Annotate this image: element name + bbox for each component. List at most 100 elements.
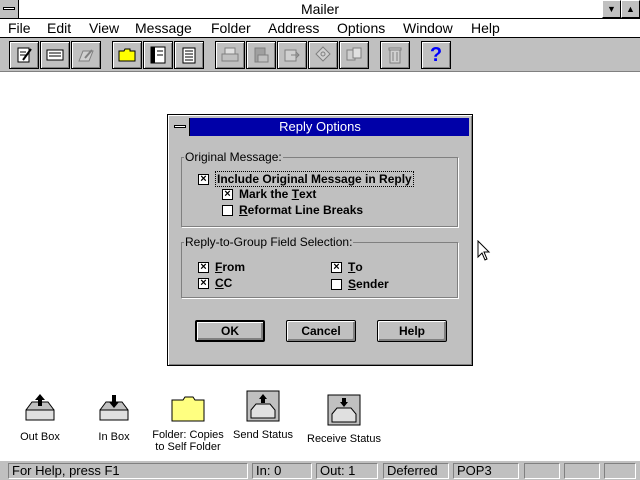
menu-view[interactable]: View bbox=[89, 20, 119, 36]
copy-button[interactable] bbox=[339, 41, 369, 69]
to-label-accel: T bbox=[348, 260, 356, 274]
status-protocol: POP3 bbox=[453, 463, 519, 479]
original-message-label: Original Message: bbox=[184, 150, 283, 164]
status-in-count: In: 0 bbox=[252, 463, 312, 479]
cc-label-post: C bbox=[223, 276, 233, 290]
open-folder-icon bbox=[118, 48, 136, 62]
in-box-item[interactable]: In Box bbox=[74, 392, 154, 443]
from-checkbox[interactable]: × From bbox=[198, 260, 245, 274]
sender-label-post: ender bbox=[356, 277, 389, 291]
attach-button[interactable] bbox=[308, 41, 338, 69]
status-deferred: Deferred bbox=[383, 463, 449, 479]
reply-icon bbox=[46, 49, 64, 61]
sender-box bbox=[331, 278, 342, 290]
maximize-icon: ▲ bbox=[626, 4, 635, 14]
cc-box: × bbox=[198, 277, 209, 289]
status-bar: For Help, press F1 In: 0 Out: 1 Deferred… bbox=[0, 460, 640, 480]
dialog-system-menu-button[interactable] bbox=[171, 118, 190, 136]
forward-icon bbox=[78, 49, 94, 62]
menu-file[interactable]: File bbox=[8, 20, 31, 36]
reformat-checkbox[interactable]: Reformat Line Breaks bbox=[222, 203, 363, 217]
print-button[interactable] bbox=[215, 41, 245, 69]
mark-text-checkbox[interactable]: × Mark the Text bbox=[222, 187, 316, 201]
dialog-help-button[interactable]: Help bbox=[377, 320, 447, 342]
menu-message[interactable]: Message bbox=[135, 20, 192, 36]
compose-icon bbox=[17, 47, 32, 63]
from-label-post: rom bbox=[222, 260, 246, 274]
send-status-icon bbox=[246, 390, 280, 422]
dialog-system-menu-icon bbox=[174, 125, 186, 128]
help-icon: ? bbox=[429, 43, 443, 66]
menu-address[interactable]: Address bbox=[268, 20, 319, 36]
send-status-label: Send Status bbox=[233, 429, 293, 441]
minimize-button[interactable]: ▼ bbox=[602, 0, 621, 18]
cc-checkbox[interactable]: × CC bbox=[198, 276, 232, 290]
address-book-icon bbox=[150, 46, 166, 64]
out-box-icon bbox=[25, 394, 55, 421]
print-setup-icon bbox=[254, 47, 269, 63]
menu-options[interactable]: Options bbox=[337, 20, 385, 36]
sender-checkbox[interactable]: Sender bbox=[331, 277, 389, 291]
copy-icon bbox=[346, 47, 362, 61]
to-box: × bbox=[331, 261, 342, 273]
title-bar: Mailer ▼ ▲ bbox=[0, 0, 640, 19]
ok-button[interactable]: OK bbox=[195, 320, 265, 342]
reply-options-dialog: Reply Options Original Message: × Includ… bbox=[167, 114, 473, 366]
mouse-pointer-icon bbox=[477, 240, 491, 261]
mark-text-label-post: ext bbox=[299, 187, 317, 201]
cancel-button[interactable]: Cancel bbox=[286, 320, 356, 342]
status-panel-empty-3 bbox=[604, 463, 636, 479]
forward-button[interactable] bbox=[71, 41, 101, 69]
copies-to-self-folder-item[interactable]: Folder: Copies to Self Folder bbox=[148, 396, 228, 453]
notepad-icon bbox=[182, 47, 196, 64]
attach-icon bbox=[315, 46, 331, 62]
to-checkbox[interactable]: × To bbox=[331, 260, 363, 274]
status-out-count: Out: 1 bbox=[316, 463, 378, 479]
print-setup-button[interactable] bbox=[246, 41, 276, 69]
sender-label-accel: S bbox=[348, 277, 357, 291]
folder-label-line1: Folder: Copies bbox=[152, 429, 224, 441]
cc-label-accel: C bbox=[215, 276, 224, 290]
dialog-title: Reply Options bbox=[171, 118, 469, 136]
notepad-button[interactable] bbox=[174, 41, 204, 69]
folder-icon bbox=[171, 396, 205, 422]
address-book-button[interactable] bbox=[143, 41, 173, 69]
move-icon bbox=[284, 49, 300, 62]
from-label-accel: F bbox=[215, 260, 223, 274]
send-status-item[interactable]: Send Status bbox=[223, 390, 303, 441]
print-icon bbox=[221, 47, 239, 62]
status-panel-empty-2 bbox=[564, 463, 600, 479]
help-button[interactable]: ? bbox=[421, 41, 451, 69]
mark-text-label-pre: Mark the bbox=[239, 187, 292, 201]
menu-help[interactable]: Help bbox=[471, 20, 500, 36]
reply-button[interactable] bbox=[40, 41, 70, 69]
menu-edit[interactable]: Edit bbox=[47, 20, 71, 36]
menu-folder[interactable]: Folder bbox=[211, 20, 251, 36]
folder-label-line2: to Self Folder bbox=[155, 441, 221, 453]
include-original-label: Include Original Message in Reply bbox=[215, 171, 414, 187]
menu-bar: File Edit View Message Folder Address Op… bbox=[0, 19, 640, 38]
move-message-button[interactable] bbox=[277, 41, 307, 69]
delete-icon bbox=[388, 47, 402, 64]
from-box: × bbox=[198, 261, 209, 273]
compose-button[interactable] bbox=[9, 41, 39, 69]
mark-text-label-accel: T bbox=[291, 187, 300, 201]
minimize-icon: ▼ bbox=[607, 4, 616, 14]
mark-text-box: × bbox=[222, 188, 233, 200]
reply-to-group-label: Reply-to-Group Field Selection: bbox=[184, 235, 354, 249]
in-box-label: In Box bbox=[98, 431, 130, 443]
open-folder-button[interactable] bbox=[112, 41, 142, 69]
reformat-label-post: eformat Line Breaks bbox=[247, 203, 364, 217]
to-label-post: o bbox=[355, 260, 363, 274]
menu-window[interactable]: Window bbox=[403, 20, 453, 36]
receive-status-icon bbox=[327, 394, 361, 426]
in-box-icon bbox=[99, 395, 129, 421]
receive-status-item[interactable]: Receive Status bbox=[304, 394, 384, 445]
out-box-item[interactable]: Out Box bbox=[0, 392, 80, 443]
delete-button[interactable] bbox=[380, 41, 410, 69]
status-help-text: For Help, press F1 bbox=[8, 463, 248, 479]
status-panel-empty-1 bbox=[524, 463, 560, 479]
include-original-checkbox[interactable]: × Include Original Message in Reply bbox=[198, 171, 414, 187]
maximize-button[interactable]: ▲ bbox=[621, 0, 640, 18]
toolbar: ? bbox=[0, 38, 640, 72]
